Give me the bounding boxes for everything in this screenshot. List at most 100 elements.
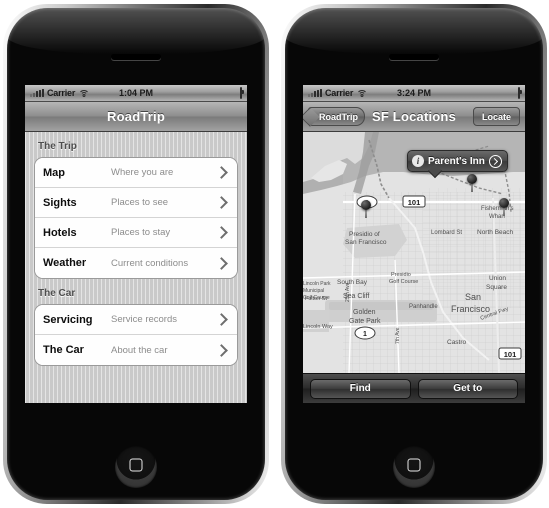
row-detail: Where you are bbox=[111, 167, 174, 178]
home-square-icon bbox=[407, 458, 421, 472]
signal-bars-icon bbox=[30, 89, 44, 97]
iphone-body-left: Carrier 1:04 PM RoadTrip The Trip Map Wh… bbox=[7, 8, 265, 500]
svg-text:Fisherman's: Fisherman's bbox=[481, 206, 514, 212]
screen-left: Carrier 1:04 PM RoadTrip The Trip Map Wh… bbox=[25, 85, 247, 403]
svg-text:Panhandle: Panhandle bbox=[409, 304, 438, 310]
status-time: 3:24 PM bbox=[396, 88, 432, 98]
wifi-icon bbox=[78, 89, 90, 98]
home-button-right[interactable] bbox=[393, 446, 435, 488]
carrier-label: Carrier bbox=[47, 88, 76, 98]
svg-text:7th Ave: 7th Ave bbox=[395, 327, 401, 344]
back-button-label: RoadTrip bbox=[319, 111, 359, 122]
find-button-label: Find bbox=[349, 383, 371, 394]
section-group-the-trip: Map Where you are Sights Places to see H… bbox=[34, 157, 238, 279]
svg-text:Union: Union bbox=[489, 275, 506, 282]
screenshot-stage: Carrier 1:04 PM RoadTrip The Trip Map Wh… bbox=[0, 0, 549, 508]
svg-text:Golf Course: Golf Course bbox=[389, 279, 418, 285]
pin-head-icon bbox=[499, 198, 509, 208]
section-group-the-car: Servicing Service records The Car About … bbox=[34, 304, 238, 366]
status-bar-left: Carrier 1:04 PM bbox=[25, 85, 247, 102]
earpiece-speaker-icon bbox=[111, 54, 161, 60]
battery-icon bbox=[240, 87, 242, 99]
find-button[interactable]: Find bbox=[310, 378, 411, 399]
callout-title: Parent's Inn bbox=[428, 155, 485, 167]
map-view[interactable]: Presidio of San Francisco Presidio Golf … bbox=[303, 132, 525, 373]
svg-text:Municipal: Municipal bbox=[303, 288, 324, 294]
list-item-servicing[interactable]: Servicing Service records bbox=[35, 305, 237, 335]
home-square-icon bbox=[129, 458, 143, 472]
status-left-group: Carrier bbox=[30, 88, 90, 98]
grouped-table-view[interactable]: The Trip Map Where you are Sights Places… bbox=[25, 132, 247, 403]
svg-text:Gate Park: Gate Park bbox=[349, 318, 381, 325]
iphone-device-left: Carrier 1:04 PM RoadTrip The Trip Map Wh… bbox=[3, 4, 269, 504]
svg-text:San: San bbox=[465, 292, 481, 302]
signal-bars-icon bbox=[308, 89, 322, 97]
map-callout-parents-inn[interactable]: i Parent's Inn bbox=[407, 150, 508, 172]
nav-bar-left: RoadTrip bbox=[25, 102, 247, 132]
earpiece-speaker-icon bbox=[389, 54, 439, 60]
svg-text:25th Ave: 25th Ave bbox=[345, 282, 351, 302]
svg-text:Presidio: Presidio bbox=[391, 272, 411, 278]
home-button-left[interactable] bbox=[115, 446, 157, 488]
row-title: Servicing bbox=[43, 313, 93, 326]
svg-text:Lombard St: Lombard St bbox=[431, 230, 462, 236]
chevron-right-icon bbox=[215, 196, 228, 209]
svg-text:Francisco: Francisco bbox=[451, 304, 490, 314]
chevron-right-icon bbox=[215, 256, 228, 270]
iphone-device-right: Carrier 3:24 PM RoadTrip SF Locations Lo… bbox=[281, 4, 547, 504]
svg-text:Lincoln Way: Lincoln Way bbox=[303, 324, 333, 330]
svg-text:Lincoln Park: Lincoln Park bbox=[303, 281, 331, 287]
row-title: The Car bbox=[43, 344, 84, 356]
svg-text:Square: Square bbox=[486, 284, 507, 291]
chevron-right-icon bbox=[215, 343, 228, 357]
page-title: SF Locations bbox=[371, 109, 457, 124]
section-header-the-car: The Car bbox=[38, 288, 76, 299]
disclosure-arrow-icon[interactable] bbox=[488, 154, 502, 168]
carrier-label: Carrier bbox=[325, 88, 354, 98]
svg-text:Castro: Castro bbox=[447, 339, 467, 346]
list-item-the-car[interactable]: The Car About the car bbox=[35, 335, 237, 365]
status-left-group: Carrier bbox=[308, 88, 368, 98]
svg-text:South Bay: South Bay bbox=[337, 279, 368, 286]
bezel-gloss bbox=[7, 8, 265, 54]
svg-text:101: 101 bbox=[504, 350, 517, 359]
list-item-sights[interactable]: Sights Places to see bbox=[35, 188, 237, 218]
pin-head-icon bbox=[361, 200, 371, 210]
status-right-group bbox=[240, 87, 242, 99]
list-item-map[interactable]: Map Where you are bbox=[35, 158, 237, 188]
svg-text:Presidio of: Presidio of bbox=[349, 231, 380, 238]
svg-text:Golden: Golden bbox=[353, 309, 376, 316]
row-detail: Places to see bbox=[111, 197, 169, 208]
info-icon: i bbox=[412, 155, 424, 167]
bezel-gloss bbox=[285, 8, 543, 54]
svg-text:San Francisco: San Francisco bbox=[345, 239, 387, 246]
svg-text:Golf Course: Golf Course bbox=[303, 295, 330, 301]
get-to-button-label: Get to bbox=[453, 383, 483, 394]
pin-head-icon bbox=[467, 174, 477, 184]
status-right-group bbox=[518, 87, 520, 99]
row-detail: Service records bbox=[111, 314, 177, 325]
list-item-weather[interactable]: Weather Current conditions bbox=[35, 248, 237, 278]
locate-button-label: Locate bbox=[481, 111, 511, 122]
row-title: Map bbox=[43, 166, 65, 179]
locate-button[interactable]: Locate bbox=[472, 107, 520, 126]
svg-text:1: 1 bbox=[363, 331, 367, 338]
page-title: RoadTrip bbox=[107, 109, 165, 124]
wifi-icon bbox=[356, 89, 368, 98]
chevron-right-icon bbox=[215, 226, 228, 239]
row-title: Hotels bbox=[43, 226, 77, 239]
battery-icon bbox=[518, 87, 520, 99]
screen-right: Carrier 3:24 PM RoadTrip SF Locations Lo… bbox=[303, 85, 525, 403]
list-item-hotels[interactable]: Hotels Places to stay bbox=[35, 218, 237, 248]
row-title: Sights bbox=[43, 196, 77, 209]
row-detail: About the car bbox=[111, 344, 168, 356]
back-button-roadtrip[interactable]: RoadTrip bbox=[308, 107, 366, 126]
chevron-right-icon bbox=[215, 313, 228, 326]
status-bar-right: Carrier 3:24 PM bbox=[303, 85, 525, 102]
row-title: Weather bbox=[43, 257, 87, 269]
status-time: 1:04 PM bbox=[118, 88, 154, 98]
row-detail: Places to stay bbox=[111, 227, 171, 238]
svg-text:North Beach: North Beach bbox=[477, 229, 514, 236]
svg-text:101: 101 bbox=[408, 198, 421, 207]
get-to-button[interactable]: Get to bbox=[417, 378, 518, 399]
